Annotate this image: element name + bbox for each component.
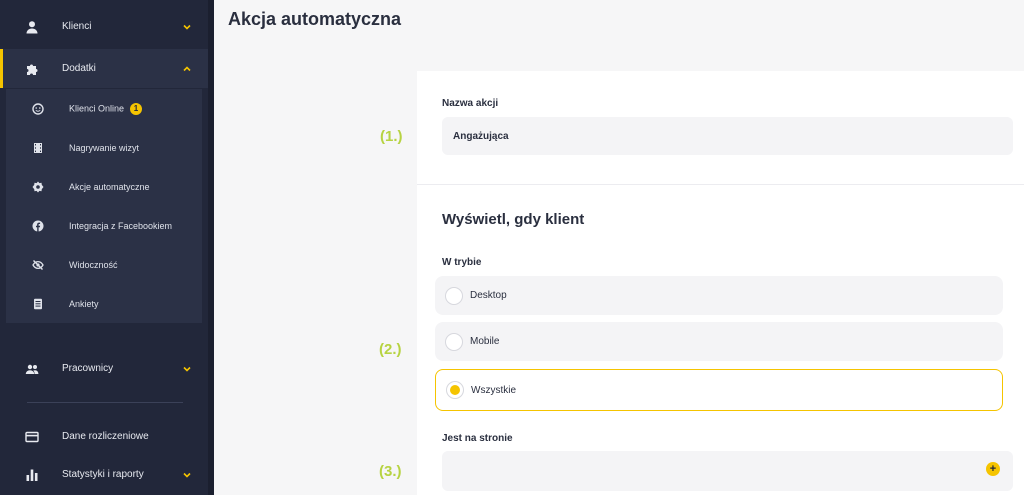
mode-option-desktop[interactable]: Desktop [435, 276, 1003, 315]
action-name-label: Nazwa akcji [442, 98, 499, 109]
sidebar-item-label: Klienci [62, 21, 92, 32]
dodatki-submenu: Klienci Online 1 Nagrywanie wizyt Akcje a… [6, 89, 202, 323]
bar-chart-icon [25, 468, 39, 482]
action-name-value: Angażująca [453, 130, 509, 142]
users-icon [25, 362, 39, 376]
step-label-1: (1.) [380, 128, 403, 145]
submenu-item-klienci-online[interactable]: Klienci Online 1 [6, 89, 202, 128]
page-title: Akcja automatyczna [228, 9, 402, 29]
notification-badge: 1 [130, 102, 143, 115]
facebook-icon [32, 220, 44, 232]
submenu-item-akcje-automatyczne[interactable]: Akcje automatyczne [6, 167, 202, 206]
eye-off-icon [32, 259, 44, 271]
sidebar-item-dane-rozliczeniowe[interactable]: Dane rozliczeniowe [0, 417, 208, 456]
document-icon [32, 298, 44, 310]
submenu-item-nagrywanie-wizyt[interactable]: Nagrywanie wizyt [6, 128, 202, 167]
sidebar-item-dodatki[interactable]: Dodatki [0, 49, 208, 88]
submenu-item-widocznosc[interactable]: Widoczność [6, 245, 202, 284]
credit-card-icon [25, 430, 39, 444]
submenu-item-label: Klienci Online [69, 102, 125, 113]
mode-label: W trybie [442, 257, 482, 268]
mode-option-label: Wszystkie [471, 384, 516, 396]
mode-option-label: Desktop [470, 290, 507, 301]
page-condition-input[interactable] [442, 451, 1013, 491]
radio-button-selected[interactable] [446, 381, 464, 399]
mode-option-label: Mobile [470, 336, 500, 347]
submenu-item-ankiety[interactable]: Ankiety [6, 284, 202, 323]
sidebar-item-label: Dodatki [62, 63, 96, 74]
smiley-icon [32, 102, 44, 115]
submenu-item-label: Nagrywanie wizyt [69, 142, 140, 153]
radio-button[interactable] [445, 286, 463, 305]
submenu-item-integracja-facebook[interactable]: Integracja z Facebookiem [6, 206, 202, 245]
mode-option-mobile[interactable]: Mobile [435, 322, 1003, 361]
sidebar-item-pracownicy[interactable]: Pracownicy [0, 349, 208, 388]
submenu-item-label: Widoczność [69, 259, 118, 270]
sidebar-item-label: Statystyki i raporty [62, 469, 144, 480]
step-label-2: (2.) [379, 341, 402, 358]
chevron-down-icon [182, 364, 192, 374]
mode-option-wszystkie[interactable]: Wszystkie [435, 369, 1003, 411]
chevron-up-icon [182, 64, 192, 74]
section-title: Wyświetl, gdy klient [442, 211, 585, 228]
submenu-item-label: Integracja z Facebookiem [69, 220, 173, 231]
film-icon [32, 142, 44, 154]
sidebar-item-label: Dane rozliczeniowe [62, 431, 149, 442]
radio-dot [450, 385, 460, 395]
add-condition-button[interactable]: + [986, 462, 1000, 476]
sidebar-divider [27, 402, 183, 403]
sidebar: Klienci Dodatki Klienci Online 1 Nagrywan… [0, 0, 214, 495]
sidebar-item-label: Pracownicy [62, 363, 114, 374]
card-divider [417, 184, 1024, 185]
action-name-input[interactable]: Angażująca [442, 117, 1013, 155]
chevron-down-icon [182, 22, 192, 32]
sidebar-item-klienci[interactable]: Klienci [0, 7, 208, 46]
puzzle-icon [25, 62, 39, 76]
submenu-item-label: Ankiety [69, 298, 99, 309]
step-label-3: (3.) [379, 463, 402, 480]
gear-icon [32, 181, 44, 193]
submenu-item-label: Akcje automatyczne [69, 181, 150, 192]
page-condition-label: Jest na stronie [442, 433, 513, 444]
radio-button[interactable] [445, 332, 463, 351]
sidebar-item-statystyki[interactable]: Statystyki i raporty [0, 455, 208, 494]
user-icon [25, 20, 39, 34]
chevron-down-icon [182, 470, 192, 480]
